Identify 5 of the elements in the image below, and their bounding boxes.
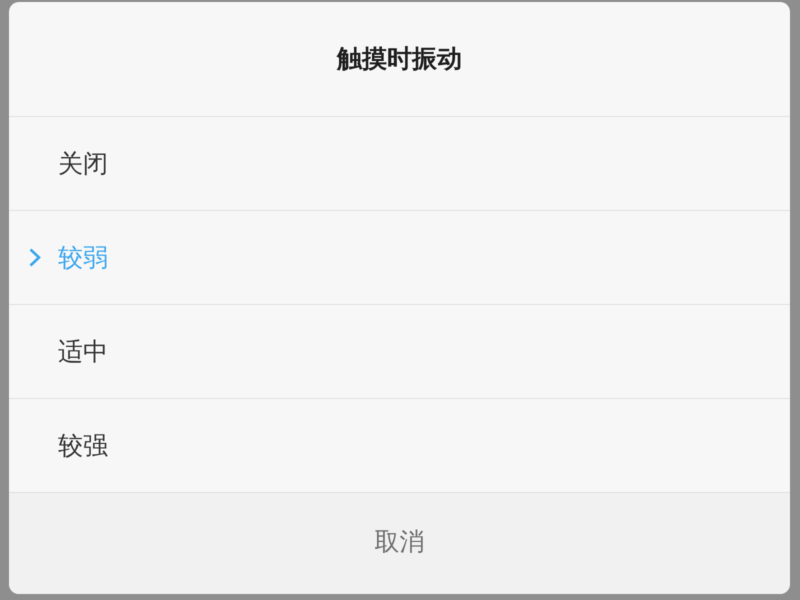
chevron-icon bbox=[29, 248, 41, 267]
option-item[interactable]: 适中 bbox=[9, 304, 790, 398]
option-item[interactable]: 关闭 bbox=[9, 116, 790, 210]
dialog-title: 触摸时振动 bbox=[336, 43, 463, 75]
cancel-button[interactable]: 取消 bbox=[9, 492, 790, 594]
